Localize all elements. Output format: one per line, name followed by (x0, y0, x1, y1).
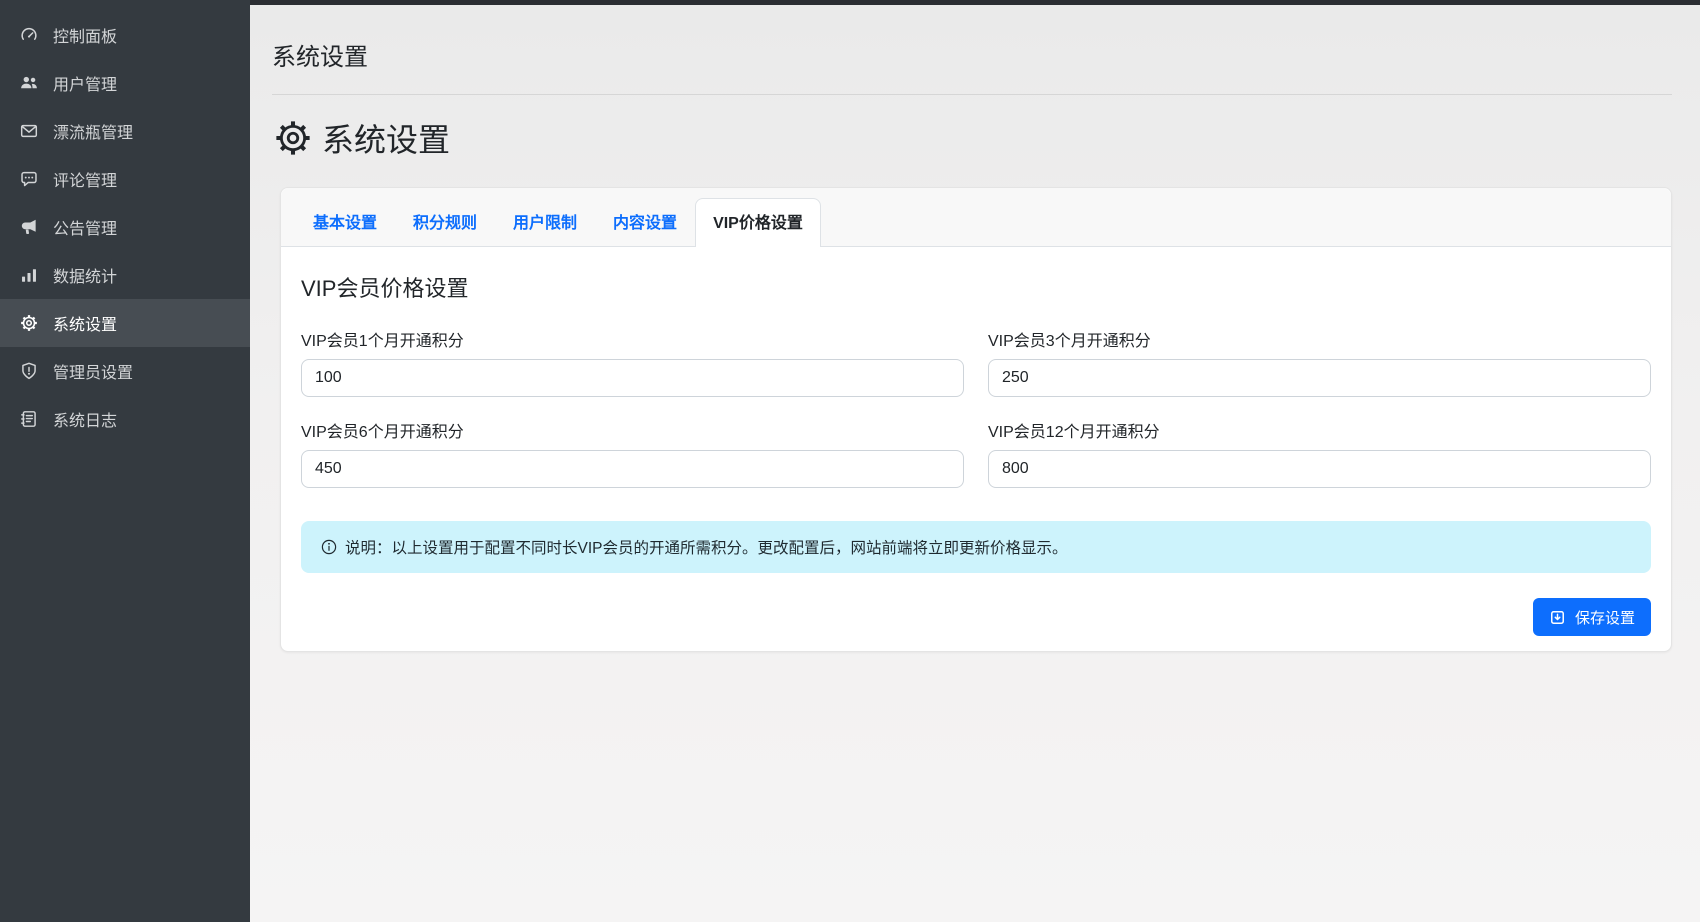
gear-icon (274, 119, 312, 157)
vip-3month-label: VIP会员3个月开通积分 (988, 327, 1651, 351)
sidebar-item-users[interactable]: 用户管理 (0, 59, 250, 107)
save-settings-button[interactable]: 保存设置 (1533, 598, 1651, 636)
save-button-label: 保存设置 (1575, 607, 1635, 628)
settings-tabs-bar: 基本设置 积分规则 用户限制 内容设置 VIP价格设置 (281, 188, 1671, 247)
sidebar: 控制面板 用户管理 漂流瓶管理 (0, 0, 250, 922)
tab-vip-pricing[interactable]: VIP价格设置 (695, 198, 821, 247)
page-title: 系统设置 (272, 37, 1672, 72)
panel-title: VIP会员价格设置 (301, 271, 1651, 303)
vip-pricing-panel: VIP会员价格设置 VIP会员1个月开通积分 VIP会员3个月开通积分 VIP会… (281, 247, 1671, 651)
vip-3month-input[interactable] (988, 359, 1651, 397)
field-vip-6month: VIP会员6个月开通积分 (301, 418, 964, 488)
field-vip-3month: VIP会员3个月开通积分 (988, 327, 1651, 397)
envelope-icon (20, 122, 38, 140)
sidebar-item-label: 漂流瓶管理 (53, 119, 133, 143)
megaphone-icon (20, 218, 38, 236)
sidebar-item-dashboard[interactable]: 控制面板 (0, 11, 250, 59)
sidebar-item-bottles[interactable]: 漂流瓶管理 (0, 107, 250, 155)
sidebar-item-admin[interactable]: 管理员设置 (0, 347, 250, 395)
gear-icon (20, 314, 38, 332)
info-alert-text: 说明：以上设置用于配置不同时长VIP会员的开通所需积分。更改配置后，网站前端将立… (345, 536, 1068, 558)
comment-icon (20, 170, 38, 188)
vip-6month-input[interactable] (301, 450, 964, 488)
sidebar-item-label: 控制面板 (53, 23, 117, 47)
sidebar-item-statistics[interactable]: 数据统计 (0, 251, 250, 299)
users-icon (20, 74, 38, 92)
sidebar-item-announcements[interactable]: 公告管理 (0, 203, 250, 251)
tab-points-rules[interactable]: 积分规则 (395, 198, 495, 246)
vip-12month-input[interactable] (988, 450, 1651, 488)
main-area: 系统设置 系统设置 基本设置 积分规则 用户限 (250, 0, 1700, 922)
tab-user-limits[interactable]: 用户限制 (495, 198, 595, 246)
sidebar-item-label: 管理员设置 (53, 359, 133, 383)
settings-card: 基本设置 积分规则 用户限制 内容设置 VIP价格设置 VIP会员价格设置 VI… (280, 187, 1672, 652)
field-vip-1month: VIP会员1个月开通积分 (301, 327, 964, 397)
save-icon (1549, 609, 1566, 626)
section-heading: 系统设置 (274, 115, 1672, 161)
sidebar-item-label: 公告管理 (53, 215, 117, 239)
sidebar-item-label: 系统设置 (53, 311, 117, 335)
field-vip-12month: VIP会员12个月开通积分 (988, 418, 1651, 488)
shield-icon (20, 362, 38, 380)
tab-basic-settings[interactable]: 基本设置 (295, 198, 395, 246)
bar-chart-icon (20, 266, 38, 284)
sidebar-item-label: 评论管理 (53, 167, 117, 191)
info-circle-icon (321, 539, 337, 555)
speedometer-icon (20, 26, 38, 44)
vip-1month-label: VIP会员1个月开通积分 (301, 327, 964, 351)
section-title: 系统设置 (322, 115, 450, 161)
sidebar-item-label: 用户管理 (53, 71, 117, 95)
sidebar-item-label: 系统日志 (53, 407, 117, 431)
sidebar-item-logs[interactable]: 系统日志 (0, 395, 250, 443)
sidebar-item-label: 数据统计 (53, 263, 117, 287)
info-alert: 说明：以上设置用于配置不同时长VIP会员的开通所需积分。更改配置后，网站前端将立… (301, 521, 1651, 573)
vip-12month-label: VIP会员12个月开通积分 (988, 418, 1651, 442)
vip-1month-input[interactable] (301, 359, 964, 397)
sidebar-item-settings[interactable]: 系统设置 (0, 299, 250, 347)
tab-content-settings[interactable]: 内容设置 (595, 198, 695, 246)
journal-icon (20, 410, 38, 428)
divider (272, 94, 1672, 95)
sidebar-item-comments[interactable]: 评论管理 (0, 155, 250, 203)
vip-6month-label: VIP会员6个月开通积分 (301, 418, 964, 442)
